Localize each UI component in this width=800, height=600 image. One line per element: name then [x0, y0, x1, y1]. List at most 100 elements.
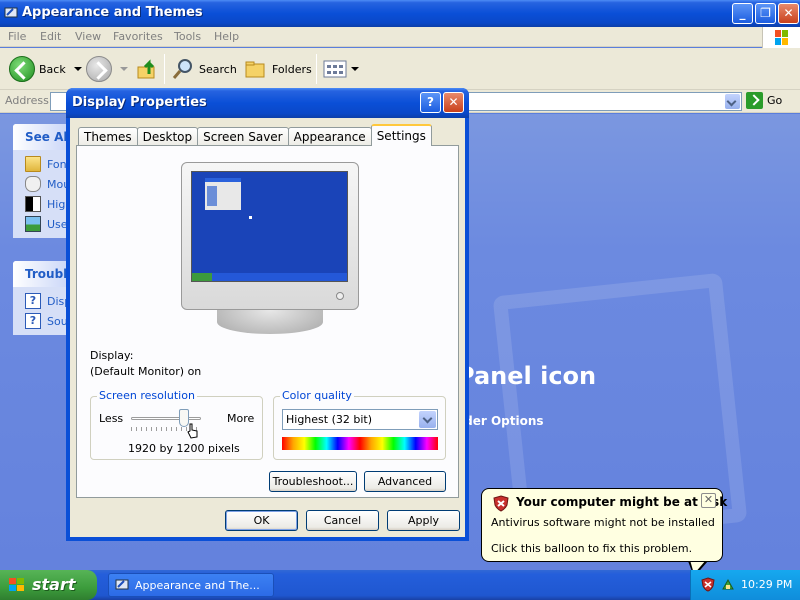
- minimize-button[interactable]: _: [732, 3, 753, 24]
- security-shield-icon: [493, 495, 509, 512]
- dialog-close-button[interactable]: ✕: [443, 92, 464, 113]
- hand-cursor-icon: [187, 423, 198, 439]
- taskbar-item-label: Appearance and The...: [135, 579, 260, 592]
- back-dropdown-icon[interactable]: [73, 67, 82, 71]
- address-dropdown-icon[interactable]: [725, 94, 740, 109]
- tab-desktop[interactable]: Desktop: [136, 127, 199, 146]
- advanced-button[interactable]: Advanced: [364, 471, 446, 492]
- tab-strip: Themes Desktop Screen Saver Appearance S…: [78, 124, 432, 146]
- search-icon: [172, 59, 192, 79]
- forward-dropdown-icon[interactable]: [120, 67, 128, 71]
- network-icon[interactable]: [721, 577, 735, 592]
- color-quality-title: Color quality: [280, 389, 354, 402]
- preview-window: [205, 178, 241, 210]
- preview-taskbar: [192, 273, 347, 281]
- go-label: Go: [767, 94, 783, 107]
- screen-resolution-group: Screen resolution Less More 1920 by 1200…: [90, 389, 263, 460]
- menu-bar: File Edit View Favorites Tools Help: [0, 27, 800, 49]
- menu-help[interactable]: Help: [214, 30, 239, 43]
- tab-settings[interactable]: Settings: [370, 124, 432, 146]
- sidebar-item-label: Use: [47, 217, 68, 231]
- taskbar: start Appearance and The... 10:29 PM: [0, 570, 800, 600]
- balloon-close-button[interactable]: ✕: [701, 493, 716, 508]
- monitor-stand: [217, 310, 323, 334]
- fonts-folder-icon: [25, 156, 41, 172]
- up-folder-icon: [137, 59, 155, 79]
- search-label: Search: [199, 62, 237, 76]
- up-button[interactable]: [135, 52, 159, 86]
- see-also-panel: See Als Fon Mou High Use: [13, 124, 73, 238]
- balloon-message-1: Antivirus software might not be installe…: [491, 516, 715, 529]
- go-button[interactable]: Go: [746, 92, 782, 109]
- troubleshoot-button[interactable]: Troubleshoot...: [269, 471, 357, 492]
- color-quality-group: Color quality Highest (32 bit): [273, 389, 446, 460]
- ok-button[interactable]: OK: [225, 510, 298, 531]
- toolbar: Back Search Folders: [0, 48, 800, 90]
- sidebar-item-label: Fon: [47, 157, 67, 171]
- folder-options-link[interactable]: lder Options: [460, 414, 544, 428]
- balloon-title: Your computer might be at risk: [516, 495, 728, 509]
- monitor-preview: [181, 162, 359, 310]
- forward-arrow-icon: [86, 56, 112, 82]
- maximize-button[interactable]: ❐: [755, 3, 776, 24]
- forward-button[interactable]: [86, 52, 128, 86]
- monitor-screen-preview: [191, 171, 348, 282]
- close-button[interactable]: ✕: [778, 3, 799, 24]
- back-arrow-icon: [9, 56, 35, 82]
- start-button[interactable]: start: [0, 570, 97, 600]
- security-alert-icon[interactable]: [701, 577, 715, 592]
- dialog-help-button[interactable]: ?: [420, 92, 441, 113]
- chevron-down-icon[interactable]: [419, 411, 436, 428]
- views-button[interactable]: [323, 52, 359, 86]
- security-balloon[interactable]: Your computer might be at risk Antivirus…: [481, 488, 727, 562]
- back-label: Back: [39, 62, 66, 76]
- explorer-title-bar[interactable]: Appearance and Themes _ ❐ ✕: [0, 0, 800, 27]
- see-also-title[interactable]: See Als: [13, 124, 73, 150]
- dialog-title-bar[interactable]: Display Properties ? ✕: [66, 88, 469, 118]
- menu-file[interactable]: File: [8, 30, 26, 43]
- resolution-less-label: Less: [99, 412, 124, 425]
- tab-appearance[interactable]: Appearance: [287, 127, 372, 146]
- monitor-power-icon: [336, 292, 344, 300]
- resolution-value: 1920 by 1200 pixels: [128, 442, 240, 455]
- tab-screen-saver[interactable]: Screen Saver: [197, 127, 289, 146]
- display-value: (Default Monitor) on: [90, 365, 202, 378]
- folders-button[interactable]: Folders: [244, 52, 312, 86]
- balloon-message-2: Click this balloon to fix this problem.: [491, 542, 693, 555]
- content-heading: Panel icon: [457, 362, 597, 390]
- screen-resolution-title: Screen resolution: [97, 389, 197, 402]
- display-properties-dialog: Display Properties ? ✕ Themes Desktop Sc…: [66, 88, 469, 541]
- folders-icon: [245, 61, 265, 78]
- resolution-slider-track[interactable]: [131, 417, 201, 420]
- control-panel-icon: [4, 7, 18, 18]
- windows-logo: [762, 27, 800, 49]
- menu-view[interactable]: View: [75, 30, 101, 43]
- back-button[interactable]: Back: [9, 52, 82, 86]
- preview-start-button: [192, 273, 212, 281]
- tab-themes[interactable]: Themes: [78, 127, 138, 146]
- color-quality-select[interactable]: Highest (32 bit): [282, 409, 438, 430]
- help-icon: ?: [25, 293, 41, 309]
- high-contrast-icon: [25, 196, 41, 212]
- color-spectrum-bar: [282, 437, 438, 450]
- clock[interactable]: 10:29 PM: [741, 578, 792, 591]
- menu-tools[interactable]: Tools: [174, 30, 201, 43]
- menu-edit[interactable]: Edit: [40, 30, 61, 43]
- taskbar-item-appearance[interactable]: Appearance and The...: [108, 573, 274, 597]
- cancel-button[interactable]: Cancel: [306, 510, 379, 531]
- views-icon: [323, 60, 347, 78]
- explorer-title: Appearance and Themes: [22, 5, 203, 20]
- search-button[interactable]: Search: [171, 52, 237, 86]
- address-label: Address: [5, 94, 49, 107]
- apply-button[interactable]: Apply: [387, 510, 460, 531]
- menu-favorites[interactable]: Favorites: [113, 30, 163, 43]
- display-label: Display:: [90, 349, 134, 362]
- mouse-icon: [25, 176, 41, 192]
- troubleshooters-panel: Trouble ? Disp ? Sou: [13, 261, 73, 335]
- start-label: start: [32, 575, 76, 594]
- sidebar-item-label: Sou: [47, 314, 68, 328]
- windows-flag-icon: [775, 30, 788, 45]
- help-icon: ?: [25, 313, 41, 329]
- troubleshooters-title[interactable]: Trouble: [13, 261, 73, 287]
- color-quality-value: Highest (32 bit): [286, 413, 373, 426]
